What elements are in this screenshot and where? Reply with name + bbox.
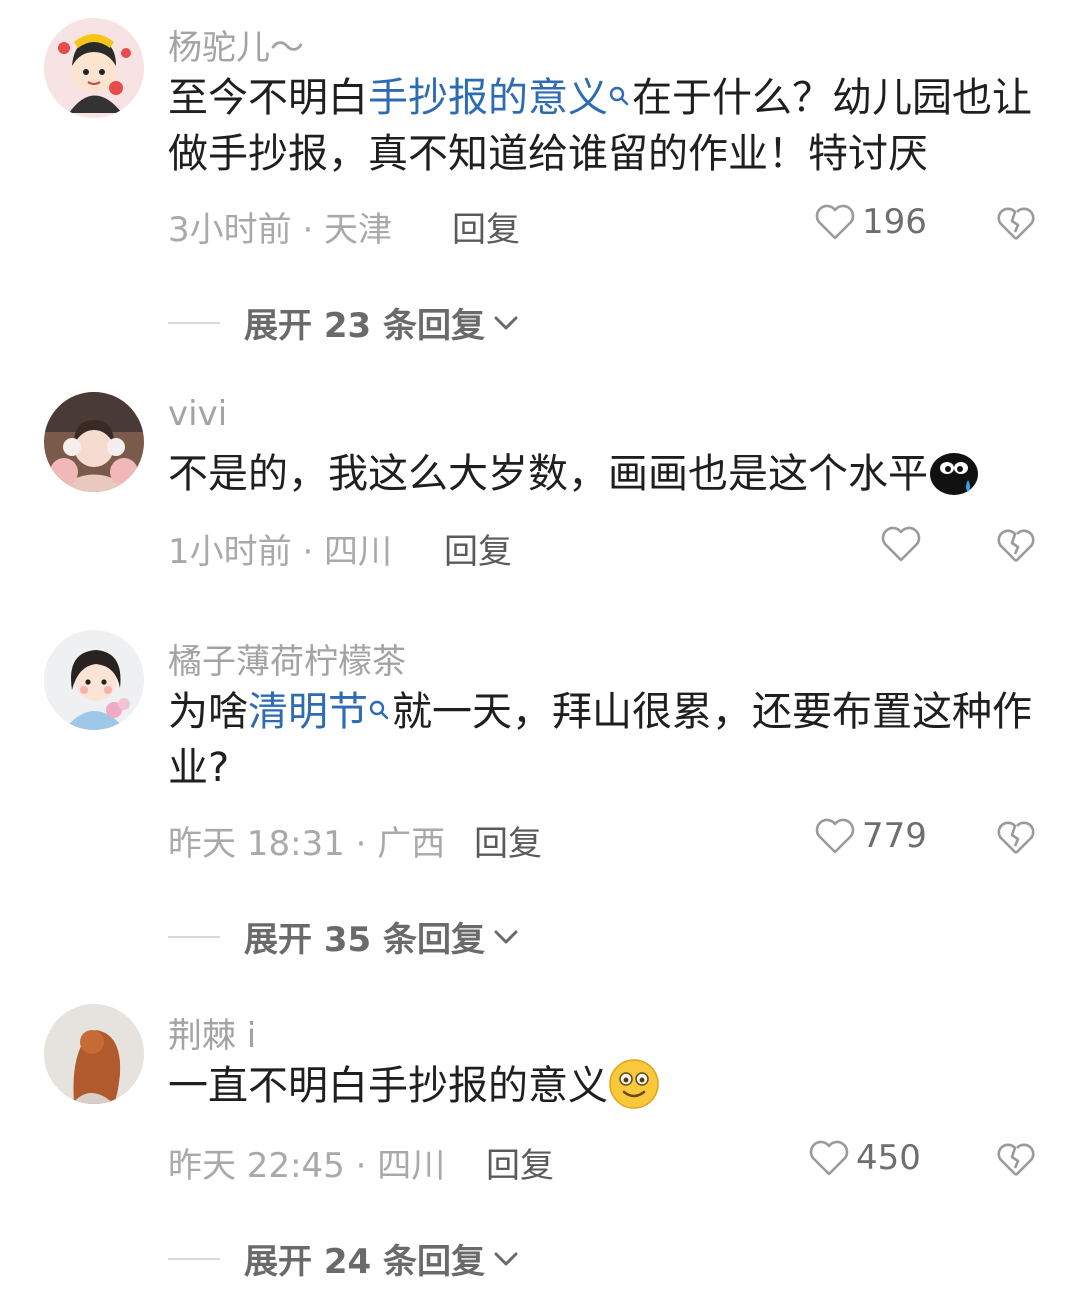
smile-emoji xyxy=(608,1058,660,1110)
reply-button[interactable]: 回复 xyxy=(486,1138,554,1187)
chevron-down-icon xyxy=(494,316,518,329)
like-button[interactable]: 779 xyxy=(814,816,927,856)
broken-heart-icon xyxy=(997,207,1035,240)
photo-red-hair-avatar xyxy=(44,1004,144,1104)
username[interactable]: 橘子薄荷柠檬茶 xyxy=(168,634,406,683)
comment-text-segment: 不是的，我这么大岁数，画画也是这个水平 xyxy=(168,451,928,497)
expand-replies-button[interactable]: 展开 23 条回复 xyxy=(168,298,521,347)
dislike-button[interactable] xyxy=(996,526,1036,566)
user-avatar[interactable] xyxy=(44,1004,144,1104)
comment-time-location: 3小时前 · 天津 xyxy=(168,210,393,250)
comment-time-location: 昨天 22:45 · 四川 xyxy=(168,1146,446,1186)
user-avatar[interactable] xyxy=(44,392,144,492)
search-icon[interactable] xyxy=(368,688,390,720)
comment-text: 为啥清明节 就一天，拜山很累，还要布置这种作业? xyxy=(168,684,1038,796)
broken-heart-icon xyxy=(997,1143,1035,1176)
dislike-button[interactable] xyxy=(996,818,1036,858)
comment-text: 不是的，我这么大岁数，画画也是这个水平 xyxy=(168,446,1038,502)
photo-girl-earmuffs-avatar xyxy=(44,392,144,492)
cartoon-girl-avatar xyxy=(44,18,144,118)
dislike-button[interactable] xyxy=(996,204,1036,244)
reply-button[interactable]: 回复 xyxy=(452,202,520,251)
crying-blob-emoji xyxy=(928,446,980,498)
broken-heart-icon xyxy=(997,821,1035,854)
comment-text-segment: 为啥 xyxy=(168,689,248,735)
comment-text-segment: 至今不明白 xyxy=(168,75,368,121)
comment-text: 至今不明白手抄报的意义 在于什么？幼儿园也让做手抄报，真不知道给谁留的作业！特讨厌 xyxy=(168,70,1038,182)
divider-line xyxy=(168,321,220,324)
heart-icon xyxy=(881,526,921,562)
chevron-down-icon xyxy=(494,930,518,943)
divider-line xyxy=(168,1257,220,1260)
like-count: 196 xyxy=(862,202,927,242)
divider-line xyxy=(168,935,220,938)
topic-link-label[interactable]: 清明节 xyxy=(248,689,368,735)
username[interactable]: 杨驼儿～ xyxy=(168,20,304,69)
broken-heart-icon xyxy=(997,529,1035,562)
expand-replies-button[interactable]: 展开 24 条回复 xyxy=(168,1234,521,1283)
username[interactable]: vivi xyxy=(168,394,227,434)
expand-replies-label[interactable]: 展开 24 条回复 xyxy=(244,1234,485,1283)
comment-time-location: 昨天 18:31 · 广西 xyxy=(168,824,446,864)
like-button[interactable] xyxy=(880,524,922,564)
comment-text-segment: 一直不明白手抄报的意义 xyxy=(168,1063,608,1109)
like-button[interactable]: 450 xyxy=(808,1138,921,1178)
search-icon[interactable] xyxy=(608,74,630,106)
like-button[interactable]: 196 xyxy=(814,202,927,242)
like-count: 779 xyxy=(862,816,927,856)
topic-link-label[interactable]: 手抄报的意义 xyxy=(368,75,608,121)
comment-time-location: 1小时前 · 四川 xyxy=(168,532,393,572)
username[interactable]: 荆棘 i xyxy=(168,1008,256,1057)
expand-replies-button[interactable]: 展开 35 条回复 xyxy=(168,912,521,961)
reply-button[interactable]: 回复 xyxy=(444,524,512,573)
comment-text: 一直不明白手抄报的意义 xyxy=(168,1058,1038,1114)
reply-button[interactable]: 回复 xyxy=(474,816,542,865)
heart-icon xyxy=(815,204,855,240)
expand-replies-label[interactable]: 展开 35 条回复 xyxy=(244,912,485,961)
topic-search-link[interactable]: 清明节 xyxy=(248,689,392,735)
expand-replies-label[interactable]: 展开 23 条回复 xyxy=(244,298,485,347)
user-avatar[interactable] xyxy=(44,630,144,730)
heart-icon xyxy=(809,1140,849,1176)
topic-search-link[interactable]: 手抄报的意义 xyxy=(368,75,632,121)
chevron-down-icon xyxy=(494,1252,518,1265)
user-avatar[interactable] xyxy=(44,18,144,118)
dislike-button[interactable] xyxy=(996,1140,1036,1180)
illustrated-girl-flowers-avatar xyxy=(44,630,144,730)
heart-icon xyxy=(815,818,855,854)
like-count: 450 xyxy=(856,1138,921,1178)
